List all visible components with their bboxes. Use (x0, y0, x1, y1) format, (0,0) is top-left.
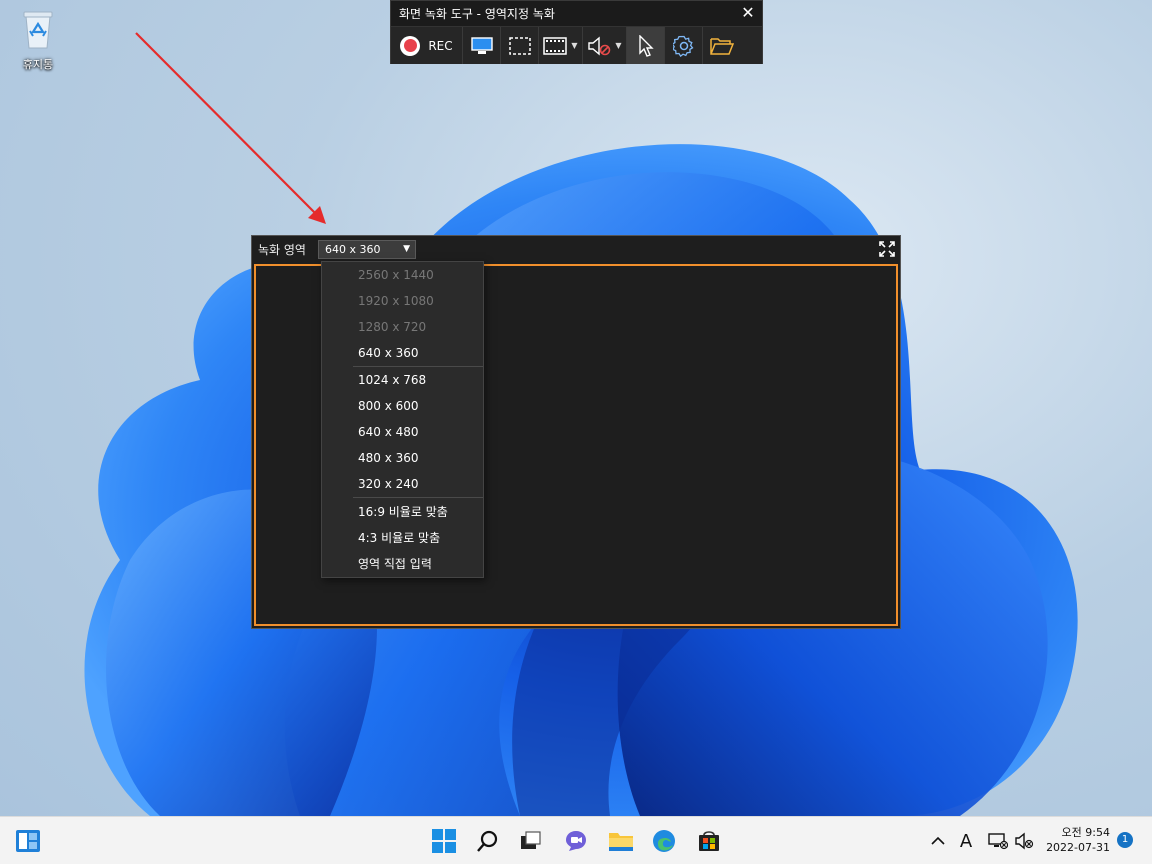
store-button[interactable] (693, 825, 725, 857)
search-icon (477, 830, 498, 852)
audio-button[interactable]: ▼ (583, 27, 627, 64)
resolution-select[interactable]: 640 x 360 ▼ (317, 239, 416, 259)
store-icon (699, 831, 719, 851)
edge-browser-button[interactable] (648, 825, 680, 857)
region-select-icon (508, 36, 531, 55)
chevron-down-icon: ▼ (403, 243, 410, 254)
notification-badge[interactable]: 1 (1117, 832, 1133, 848)
clock-period: 오전 (1061, 826, 1082, 839)
recycle-bin-label: 휴지통 (22, 58, 54, 71)
task-view-button[interactable] (515, 825, 547, 857)
toolbar-buttons: REC ▼ ▼ (391, 26, 762, 64)
volume-status[interactable] (1010, 825, 1038, 857)
taskbar: A 오전 9:54 2022-07-31 (0, 816, 1152, 864)
toolbar-title-bar[interactable]: 화면 녹화 도구 - 영역지정 녹화 ✕ (391, 1, 762, 26)
resolution-dropdown: 2560 x 1440 1920 x 1080 1280 x 720 640 x… (321, 261, 484, 578)
fullscreen-record-button[interactable] (463, 27, 501, 64)
chat-button[interactable] (560, 825, 592, 857)
clock-time[interactable]: 오전 9:54 (1040, 824, 1110, 840)
task-view-icon (521, 831, 541, 849)
settings-button[interactable] (665, 27, 703, 64)
widgets-button[interactable] (12, 825, 44, 857)
audio-mute-icon (588, 36, 611, 55)
recycle-bin-icon (23, 11, 53, 49)
region-header: 녹화 영역 640 x 360 ▼ (252, 236, 900, 262)
close-button[interactable]: ✕ (738, 3, 758, 23)
clock-value: 9:54 (1085, 826, 1110, 839)
resolution-option[interactable]: 480 x 360 (322, 445, 483, 471)
region-label: 녹화 영역 (258, 242, 306, 257)
record-label: REC (428, 38, 453, 53)
start-button[interactable] (428, 825, 460, 857)
fit-16-9-option[interactable]: 16:9 비율로 맞춤 (322, 498, 483, 524)
widgets-icon (16, 830, 40, 852)
edge-icon (653, 830, 675, 852)
folder-icon (609, 833, 633, 851)
resolution-option[interactable]: 640 x 480 (322, 419, 483, 445)
resolution-option: 1280 x 720 (358, 320, 427, 334)
gear-icon (672, 35, 693, 57)
clock-date[interactable]: 2022-07-31 (1040, 841, 1110, 854)
chevron-down-icon: ▼ (571, 41, 578, 50)
video-format-button[interactable]: ▼ (539, 27, 583, 64)
resolution-select-value: 640 x 360 (324, 242, 381, 256)
chat-icon (566, 831, 586, 851)
search-button[interactable] (472, 825, 504, 857)
monitor-icon (470, 36, 493, 54)
resolution-option: 2560 x 1440 (358, 268, 434, 282)
ime-indicator[interactable]: A (952, 825, 980, 857)
resolution-option: 1920 x 1080 (358, 294, 434, 308)
custom-area-option[interactable]: 영역 직접 입력 (322, 550, 483, 576)
expand-icon[interactable] (879, 241, 895, 257)
fit-4-3-option[interactable]: 4:3 비율로 맞춤 (322, 524, 483, 550)
resolution-option[interactable]: 800 x 600 (322, 393, 483, 419)
file-explorer-button[interactable] (605, 825, 637, 857)
resolution-option[interactable]: 640 x 360 (322, 340, 483, 366)
network-status[interactable] (984, 825, 1012, 857)
record-button[interactable]: REC (391, 27, 463, 64)
chevron-up-icon (931, 836, 945, 845)
speaker-muted-icon (1015, 832, 1034, 850)
open-folder-button[interactable] (703, 27, 741, 64)
show-hidden-icons-button[interactable] (924, 825, 952, 857)
folder-open-icon (710, 37, 734, 55)
recorder-toolbar-window: 화면 녹화 도구 - 영역지정 녹화 ✕ REC ▼ ▼ (390, 0, 763, 64)
network-disconnected-icon (988, 833, 1008, 850)
toolbar-title: 화면 녹화 도구 - 영역지정 녹화 (399, 7, 555, 21)
region-record-button[interactable] (501, 27, 539, 64)
windows-logo-icon (432, 829, 456, 853)
recycle-bin-shortcut[interactable]: 휴지통 (10, 6, 66, 72)
cursor-icon (638, 34, 654, 57)
film-icon (543, 36, 568, 55)
resolution-option[interactable]: 1024 x 768 (322, 367, 483, 393)
record-icon (400, 35, 421, 56)
cursor-toggle-button[interactable] (627, 27, 665, 64)
resolution-option[interactable]: 320 x 240 (322, 471, 483, 497)
chevron-down-icon: ▼ (615, 41, 622, 50)
